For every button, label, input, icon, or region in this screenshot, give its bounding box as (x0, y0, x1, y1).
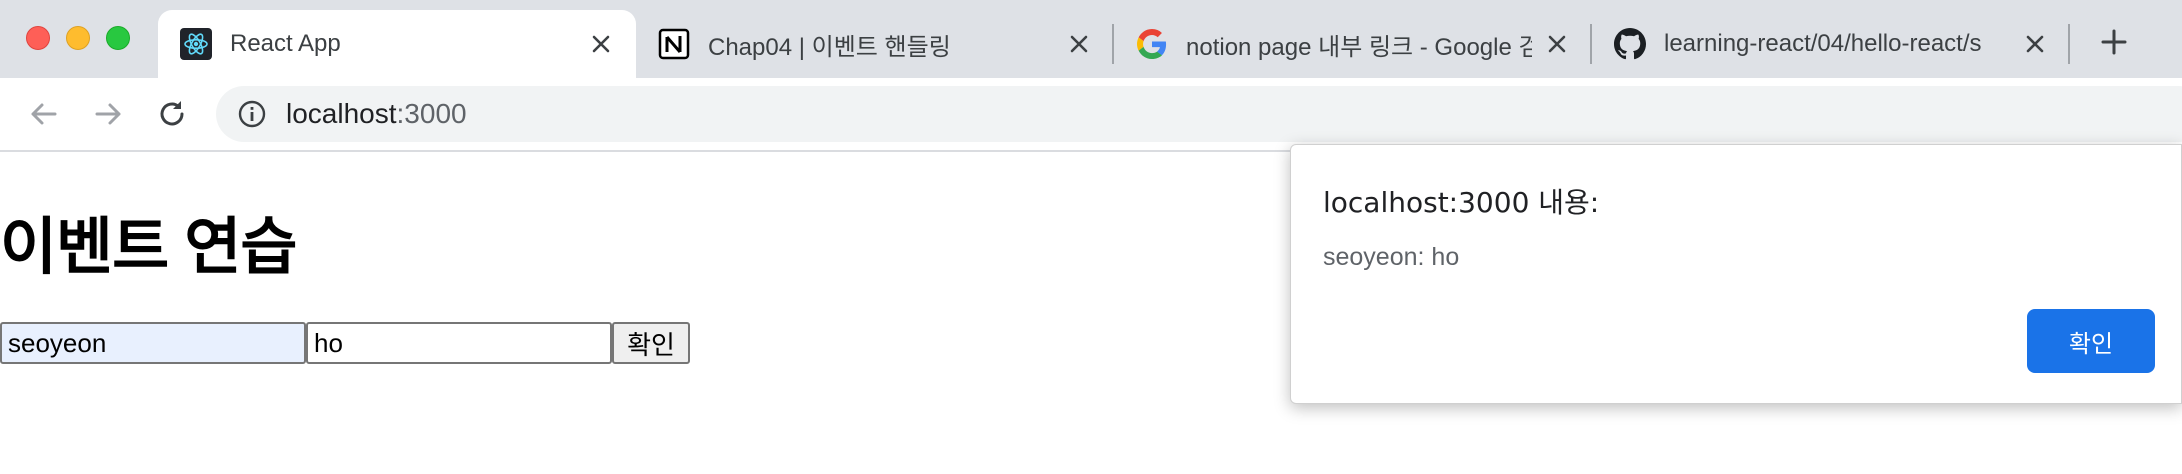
reload-button[interactable] (152, 94, 192, 134)
alert-dialog: localhost:3000 내용: seoyeon: ho 확인 (1290, 144, 2182, 404)
submit-button[interactable]: 확인 (612, 322, 690, 364)
info-icon[interactable] (236, 98, 268, 130)
react-icon (180, 28, 212, 60)
maximize-window-button[interactable] (106, 26, 130, 50)
close-window-button[interactable] (26, 26, 50, 50)
tab-separator (2068, 24, 2070, 64)
tab-title: learning-react/04/hello-react/s (1664, 30, 1982, 57)
browser-toolbar: localhost:3000 (0, 78, 2182, 152)
tab-google[interactable]: notion page 내부 링크 - Google 검 (1114, 10, 1592, 78)
tab-notion[interactable]: Chap04 | 이벤트 핸들링 (636, 10, 1114, 78)
tab-strip: React App Chap04 | 이벤트 핸들링 notion page 내… (0, 0, 2182, 78)
tab-title: React App (230, 30, 341, 57)
new-tab-button[interactable] (2094, 22, 2134, 62)
plus-icon (2101, 29, 2127, 55)
forward-button[interactable] (88, 94, 128, 134)
tab-title: notion page 내부 링크 - Google 검 (1186, 33, 1532, 61)
page-heading: 이벤트 연습 (0, 213, 297, 282)
arrow-left-icon (31, 103, 57, 125)
address-bar[interactable]: localhost:3000 (216, 86, 2182, 142)
close-tab-icon[interactable] (586, 29, 616, 59)
back-button[interactable] (24, 94, 64, 134)
dialog-message: seoyeon: ho (1323, 243, 1460, 271)
close-tab-icon[interactable] (2020, 29, 2050, 59)
close-tab-icon[interactable] (1542, 29, 1572, 59)
notion-icon (658, 28, 690, 60)
url-host: localhost (286, 98, 397, 129)
tab-title: Chap04 | 이벤트 핸들링 (708, 33, 951, 61)
minimize-window-button[interactable] (66, 26, 90, 50)
dialog-ok-button[interactable]: 확인 (2027, 309, 2155, 373)
tab-github[interactable]: learning-react/04/hello-react/s (1592, 10, 2070, 78)
arrow-right-icon (95, 103, 121, 125)
close-tab-icon[interactable] (1064, 29, 1094, 59)
dialog-title: localhost:3000 내용: (1323, 186, 1600, 219)
tab-react-app[interactable]: React App (158, 10, 636, 78)
google-icon (1136, 28, 1168, 60)
reload-icon (160, 101, 184, 126)
github-icon (1614, 28, 1646, 60)
message-input[interactable] (306, 322, 612, 364)
username-input[interactable] (0, 322, 306, 364)
url-port: :3000 (396, 98, 467, 129)
url-text: localhost:3000 (286, 98, 467, 130)
